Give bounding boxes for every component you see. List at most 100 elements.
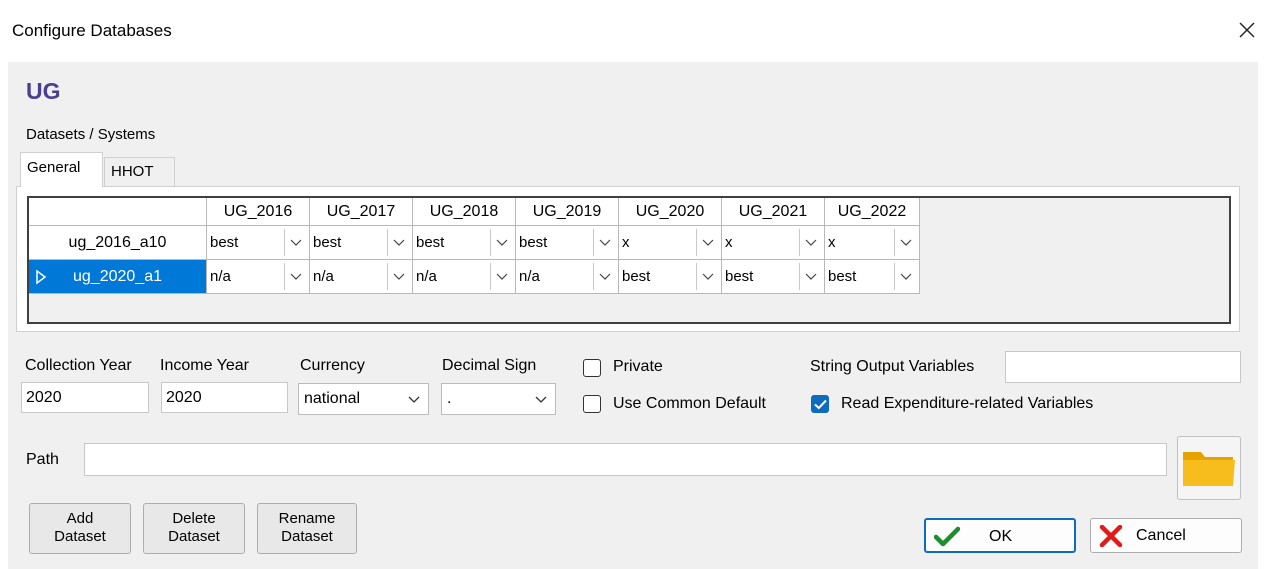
title-bar: Configure Databases — [0, 0, 1266, 62]
use-common-default-checkbox[interactable] — [583, 395, 601, 413]
currency-select[interactable]: national — [298, 383, 429, 415]
rename-dataset-label-line1: Rename — [278, 510, 336, 527]
path-label: Path — [26, 451, 59, 468]
checkmark-icon — [814, 399, 827, 410]
currency-label: Currency — [300, 357, 365, 374]
current-row-icon — [36, 269, 47, 285]
close-icon — [1099, 525, 1123, 547]
grid-corner — [29, 198, 207, 226]
grid-cell-combo[interactable]: best — [516, 226, 619, 260]
column-header[interactable]: UG_2018 — [413, 198, 516, 226]
grid-cell-combo[interactable]: n/a — [310, 260, 413, 294]
checkmark-icon — [934, 526, 960, 547]
path-field[interactable] — [84, 443, 1167, 476]
grid-cell-combo[interactable]: x — [619, 226, 722, 260]
grid-cell-value: best — [828, 268, 857, 285]
rename-dataset-label-line2: Dataset — [281, 528, 333, 545]
string-output-label: String Output Variables — [810, 358, 975, 375]
column-header[interactable]: UG_2020 — [619, 198, 722, 226]
income-year-label: Income Year — [160, 357, 249, 374]
tab-general[interactable]: General — [20, 152, 103, 187]
grid-cell-value: n/a — [313, 268, 334, 285]
row-header-ug-2020-a1[interactable]: ug_2020_a1 — [29, 260, 207, 294]
tab-hhot[interactable]: HHOT — [104, 157, 175, 187]
grid-cell-combo[interactable]: n/a — [413, 260, 516, 294]
add-dataset-button[interactable]: Add Dataset — [29, 503, 131, 554]
ok-button[interactable]: OK — [924, 518, 1076, 553]
delete-dataset-label-line1: Delete — [172, 510, 216, 527]
grid-cell-combo[interactable]: best — [413, 226, 516, 260]
grid-cell-value: n/a — [416, 268, 437, 285]
grid-cell-combo[interactable]: best — [207, 226, 310, 260]
row-name: ug_2016_a10 — [68, 234, 167, 251]
chevron-down-icon — [408, 396, 420, 403]
income-year-field[interactable] — [161, 382, 288, 413]
private-checkbox[interactable] — [583, 359, 601, 377]
column-header[interactable]: UG_2022 — [825, 198, 920, 226]
chevron-down-icon[interactable] — [894, 263, 916, 290]
grid-cell-value: best — [622, 268, 651, 285]
grid-cell-combo[interactable]: x — [722, 226, 825, 260]
folder-icon — [1183, 452, 1235, 486]
decimal-sign-label: Decimal Sign — [442, 357, 537, 374]
datasets-label: Datasets / Systems — [26, 126, 156, 143]
chevron-down-icon[interactable] — [696, 263, 718, 290]
column-header[interactable]: UG_2017 — [310, 198, 413, 226]
collection-year-field[interactable] — [21, 382, 149, 413]
grid-cell-value: x — [622, 234, 630, 251]
grid-cell-value: n/a — [519, 268, 540, 285]
grid-cell-value: best — [210, 234, 239, 251]
grid-cell-value: best — [725, 268, 754, 285]
rename-dataset-button[interactable]: Rename Dataset — [257, 503, 357, 554]
grid-cell-combo[interactable]: n/a — [207, 260, 310, 294]
grid-cell-combo[interactable]: x — [825, 226, 920, 260]
column-header[interactable]: UG_2016 — [207, 198, 310, 226]
use-common-default-label: Use Common Default — [613, 395, 766, 412]
cancel-label: Cancel — [1136, 527, 1186, 544]
grid-cell-value: best — [519, 234, 548, 251]
chevron-down-icon[interactable] — [284, 263, 306, 290]
currency-value: national — [304, 390, 361, 407]
chevron-down-icon[interactable] — [593, 229, 615, 256]
collection-year-label: Collection Year — [25, 357, 132, 374]
grid-cell-combo[interactable]: best — [825, 260, 920, 294]
add-dataset-label-line1: Add — [66, 510, 94, 527]
chevron-down-icon[interactable] — [696, 229, 718, 256]
read-expenditure-checkbox[interactable] — [811, 395, 829, 413]
chevron-down-icon[interactable] — [490, 263, 512, 290]
string-output-field[interactable] — [1005, 351, 1241, 383]
chevron-down-icon[interactable] — [284, 229, 306, 256]
grid-cell-combo[interactable]: best — [310, 226, 413, 260]
grid-cell-combo[interactable]: n/a — [516, 260, 619, 294]
column-header[interactable]: UG_2021 — [722, 198, 825, 226]
datasets-grid: UG_2016 UG_2017 UG_2018 UG_2019 UG_2020 … — [27, 196, 1231, 324]
database-name: UG — [26, 78, 61, 104]
grid-cell-value: x — [725, 234, 733, 251]
chevron-down-icon[interactable] — [593, 263, 615, 290]
read-expenditure-label: Read Expenditure-related Variables — [841, 395, 1094, 412]
decimal-sign-value: . — [447, 390, 452, 407]
add-dataset-label-line2: Dataset — [54, 528, 106, 545]
browse-folder-button[interactable] — [1177, 436, 1241, 500]
grid-cell-value: x — [828, 234, 836, 251]
row-header-ug-2016-a10[interactable]: ug_2016_a10 — [29, 226, 207, 260]
chevron-down-icon — [535, 396, 547, 403]
private-label: Private — [613, 358, 663, 375]
ok-label: OK — [989, 528, 1013, 545]
chevron-down-icon[interactable] — [894, 229, 916, 256]
grid-cell-value: best — [416, 234, 445, 251]
chevron-down-icon[interactable] — [387, 229, 409, 256]
grid-cell-combo[interactable]: best — [722, 260, 825, 294]
chevron-down-icon[interactable] — [799, 229, 821, 256]
chevron-down-icon[interactable] — [490, 229, 512, 256]
grid-cell-value: n/a — [210, 268, 231, 285]
window-title: Configure Databases — [12, 21, 172, 40]
cancel-button[interactable]: Cancel — [1090, 518, 1242, 553]
decimal-sign-select[interactable]: . — [441, 383, 556, 415]
delete-dataset-button[interactable]: Delete Dataset — [143, 503, 245, 554]
close-icon[interactable] — [1232, 12, 1262, 46]
chevron-down-icon[interactable] — [799, 263, 821, 290]
column-header[interactable]: UG_2019 — [516, 198, 619, 226]
grid-cell-combo[interactable]: best — [619, 260, 722, 294]
chevron-down-icon[interactable] — [387, 263, 409, 290]
